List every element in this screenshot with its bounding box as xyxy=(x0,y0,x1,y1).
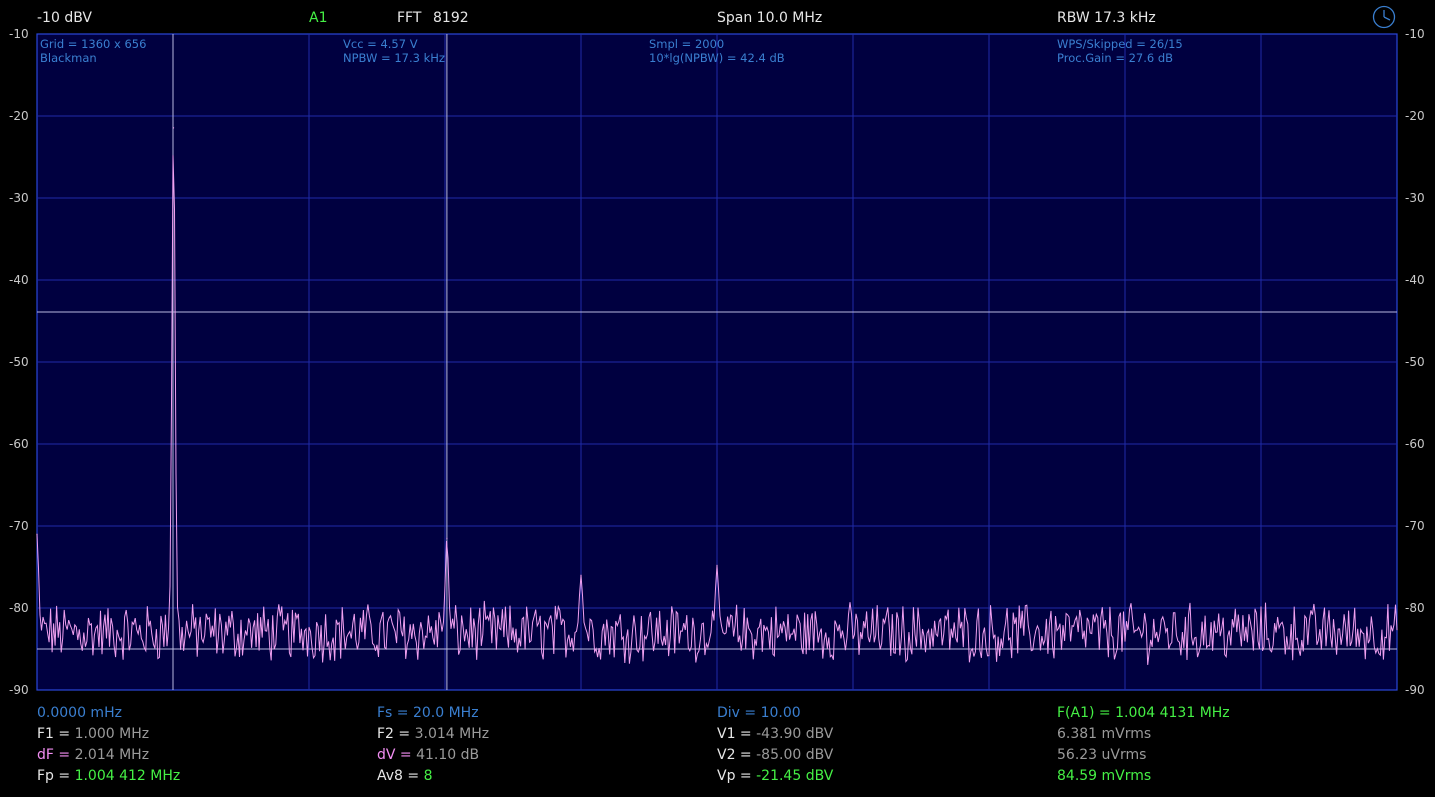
measurements-col-4: F(A1) = 1.004 4131 MHz 6.381 mVrms 56.23… xyxy=(1057,703,1230,787)
vp-rms: 84.59 mVrms xyxy=(1057,768,1152,784)
v2-row[interactable]: V2 = -85.00 dBV xyxy=(717,745,833,766)
f1-value: 1.000 MHz xyxy=(74,726,150,742)
f2-row[interactable]: F2 = 3.014 MHz xyxy=(377,724,489,745)
spectrum-peak xyxy=(580,574,582,576)
average-value: 8 xyxy=(423,768,433,784)
y-tick-label-left: -30 xyxy=(9,191,29,205)
y-tick-label-left: -20 xyxy=(9,109,29,123)
y-tick-label-right: -90 xyxy=(1405,683,1425,697)
grid-size-text: Grid = 1360 x 656 xyxy=(40,37,147,51)
y-tick-label-right: -60 xyxy=(1405,437,1425,451)
f1-row[interactable]: F1 = 1.000 MHz xyxy=(37,724,180,745)
y-tick-label-right: -20 xyxy=(1405,109,1425,123)
v1-label: V1 = xyxy=(717,726,757,742)
y-tick-label-left: -80 xyxy=(9,601,29,615)
measurements-col-3: Div = 10.00 V1 = -43.90 dBV V2 = -85.00 … xyxy=(717,703,833,787)
spectrum-peak xyxy=(716,564,718,566)
y-tick-label-right: -40 xyxy=(1405,273,1425,287)
y-tick-label-left: -40 xyxy=(9,273,29,287)
smpl-text: Smpl = 2000 xyxy=(649,37,725,51)
window-type-text: Blackman xyxy=(40,51,97,65)
v1-rms: 6.381 mVrms xyxy=(1057,726,1152,742)
v1-row[interactable]: V1 = -43.90 dBV xyxy=(717,724,833,745)
measurements-col-2: Fs = 20.0 MHz F2 = 3.014 MHz dV = 41.10 … xyxy=(377,703,489,787)
fp-value: 1.004 412 MHz xyxy=(74,768,181,784)
vcc-text: Vcc = 4.57 V xyxy=(343,37,418,51)
spectrum-peak xyxy=(446,537,448,539)
vp-value: -21.45 dBV xyxy=(756,768,834,784)
y-tick-label-right: -10 xyxy=(1405,27,1425,41)
df-value: 2.014 MHz xyxy=(74,747,150,763)
sample-rate[interactable]: Fs = 20.0 MHz xyxy=(377,703,489,724)
v1-value: -43.90 dBV xyxy=(756,726,834,742)
npbw-db-text: 10*lg(NPBW) = 42.4 dB xyxy=(649,51,785,65)
v2-value: -85.00 dBV xyxy=(756,747,834,763)
f2-value: 3.014 MHz xyxy=(414,726,490,742)
f2-label: F2 = xyxy=(377,726,415,742)
y-axis-right: -10 -20 -30 -40 -50 -60 -70 -80 -90 xyxy=(1405,27,1425,697)
average-label: Av8 = xyxy=(377,768,424,784)
df-label: dF = xyxy=(37,747,75,763)
npbw-text: NPBW = 17.3 kHz xyxy=(343,51,445,65)
spectrum-peak xyxy=(172,127,175,129)
y-tick-label-left: -90 xyxy=(9,683,29,697)
info-vcc: Vcc = 4.57 V NPBW = 17.3 kHz xyxy=(343,37,445,65)
info-sampling: Smpl = 2000 10*lg(NPBW) = 42.4 dB xyxy=(649,37,785,65)
spectrum-peak xyxy=(36,533,38,535)
df-row: dF = 2.014 MHz xyxy=(37,745,180,766)
info-wps: WPS/Skipped = 26/15 Proc.Gain = 27.6 dB xyxy=(1057,37,1183,65)
y-axis-left: -10 -20 -30 -40 -50 -60 -70 -80 -90 xyxy=(9,27,29,697)
v2-label: V2 = xyxy=(717,747,757,763)
info-grid-window: Grid = 1360 x 656 Blackman xyxy=(40,37,146,65)
v2-rms: 56.23 uVrms xyxy=(1057,747,1147,763)
division-scale[interactable]: Div = 10.00 xyxy=(717,703,833,724)
y-tick-label-left: -60 xyxy=(9,437,29,451)
start-frequency[interactable]: 0.0000 mHz xyxy=(37,703,180,724)
frequency-counter: F(A1) = 1.004 4131 MHz xyxy=(1057,705,1230,721)
f1-label: F1 = xyxy=(37,726,75,742)
proc-gain-text: Proc.Gain = 27.6 dB xyxy=(1057,51,1174,65)
measurements-col-1: 0.0000 mHz F1 = 1.000 MHz dF = 2.014 MHz… xyxy=(37,703,180,787)
y-tick-label-left: -10 xyxy=(9,27,29,41)
y-tick-label-right: -30 xyxy=(1405,191,1425,205)
vp-row: Vp = -21.45 dBV xyxy=(717,766,833,787)
dv-row: dV = 41.10 dB xyxy=(377,745,489,766)
fp-row: Fp = 1.004 412 MHz xyxy=(37,766,180,787)
average-row[interactable]: Av8 = 8 xyxy=(377,766,489,787)
fp-label: Fp = xyxy=(37,768,75,784)
y-tick-label-right: -80 xyxy=(1405,601,1425,615)
dv-value: 41.10 dB xyxy=(416,747,480,763)
dv-label: dV = xyxy=(377,747,417,763)
spectrum-chart[interactable]: -10 -20 -30 -40 -50 -60 -70 -80 -90 -10 -20 -30 -40… xyxy=(0,0,1435,797)
vp-label: Vp = xyxy=(717,768,757,784)
wps-text: WPS/Skipped = 26/15 xyxy=(1057,37,1183,51)
y-tick-label-left: -50 xyxy=(9,355,29,369)
y-tick-label-left: -70 xyxy=(9,519,29,533)
y-tick-label-right: -50 xyxy=(1405,355,1425,369)
y-tick-label-right: -70 xyxy=(1405,519,1425,533)
